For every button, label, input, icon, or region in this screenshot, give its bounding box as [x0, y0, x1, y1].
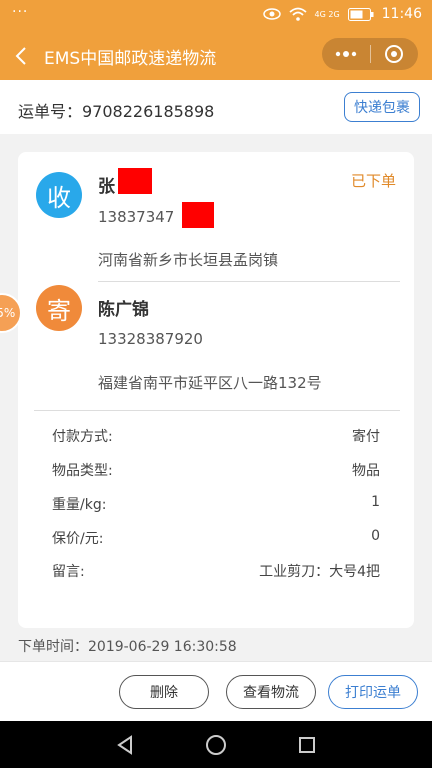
- print-waybill-button[interactable]: 打印运单: [328, 675, 418, 709]
- recipient-address: 河南省新乡市长垣县孟岗镇: [98, 251, 279, 269]
- redaction-mark: [182, 202, 214, 228]
- detail-row-item-type: 物品类型: 物品: [52, 460, 380, 484]
- detail-row-insurance: 保价/元: 0: [52, 528, 380, 552]
- detail-key: 物品类型:: [52, 463, 113, 479]
- detail-key: 留言:: [52, 564, 85, 580]
- detail-key: 重量/kg:: [52, 497, 107, 513]
- detail-value: 物品: [352, 463, 380, 479]
- detail-key: 保价/元:: [52, 531, 104, 547]
- recipient-name: 张: [98, 177, 115, 197]
- home-circle-icon[interactable]: [205, 734, 227, 756]
- clock: 11:46: [381, 6, 422, 22]
- wifi-icon: [288, 7, 307, 21]
- system-nav-bar: [0, 721, 432, 768]
- detail-row-message: 留言: 工业剪刀：大号4把: [52, 561, 380, 585]
- status-bar: ··· 4G 2G 11:46: [0, 0, 432, 32]
- waybill-number: 运单号：9708226185898: [18, 102, 215, 121]
- recents-square-icon[interactable]: [297, 735, 317, 755]
- eye-icon: [262, 8, 281, 20]
- battery-icon: [347, 7, 374, 21]
- mini-program-capsule: [322, 38, 418, 70]
- detail-row-weight: 重量/kg: 1: [52, 494, 380, 518]
- page-title: EMS中国邮政速递物流: [44, 49, 217, 69]
- sender-address: 福建省南平市延平区八一路132号: [98, 374, 322, 392]
- delete-button[interactable]: 删除: [119, 675, 209, 709]
- detail-value: 1: [371, 494, 380, 510]
- detail-row-payment: 付款方式: 寄付: [52, 426, 380, 450]
- status-right: 4G 2G 11:46: [262, 6, 422, 22]
- network-label: 4G 2G: [314, 9, 340, 19]
- close-miniprogram-button[interactable]: [371, 44, 419, 64]
- more-button[interactable]: [322, 51, 370, 57]
- redaction-mark: [118, 168, 152, 194]
- divider: [98, 281, 400, 282]
- order-status: 已下单: [350, 172, 396, 190]
- back-triangle-icon[interactable]: [115, 734, 135, 755]
- detail-value: 0: [371, 528, 380, 544]
- order-time: 下单时间：2019-06-29 16:30:58: [18, 639, 237, 655]
- detail-value: 寄付: [352, 429, 380, 445]
- detail-value: 工业剪刀：大号4把: [259, 564, 380, 580]
- status-dots: ···: [12, 4, 29, 20]
- nav-bar: EMS中国邮政速递物流: [0, 32, 432, 80]
- action-bar: 删除 查看物流 打印运单: [0, 661, 432, 722]
- order-card: 收 张 已下单 13837347 河南省新乡市长垣县孟岗镇 寄 陈广锦 1332…: [18, 152, 414, 628]
- sender-avatar: 寄: [36, 285, 82, 331]
- chevron-left-icon[interactable]: [14, 45, 28, 67]
- sender-phone: 13328387920: [98, 330, 203, 348]
- detail-key: 付款方式:: [52, 429, 113, 445]
- view-logistics-button[interactable]: 查看物流: [226, 675, 316, 709]
- target-icon: [385, 45, 404, 63]
- sender-name: 陈广锦: [98, 300, 149, 320]
- recipient-avatar: 收: [36, 172, 82, 218]
- express-package-button[interactable]: 快递包裹: [344, 92, 420, 122]
- divider: [34, 410, 400, 411]
- recipient-phone: 13837347: [98, 208, 175, 226]
- more-dots-icon: [335, 51, 356, 57]
- waybill-bar: 运单号：9708226185898 快递包裹: [0, 80, 432, 134]
